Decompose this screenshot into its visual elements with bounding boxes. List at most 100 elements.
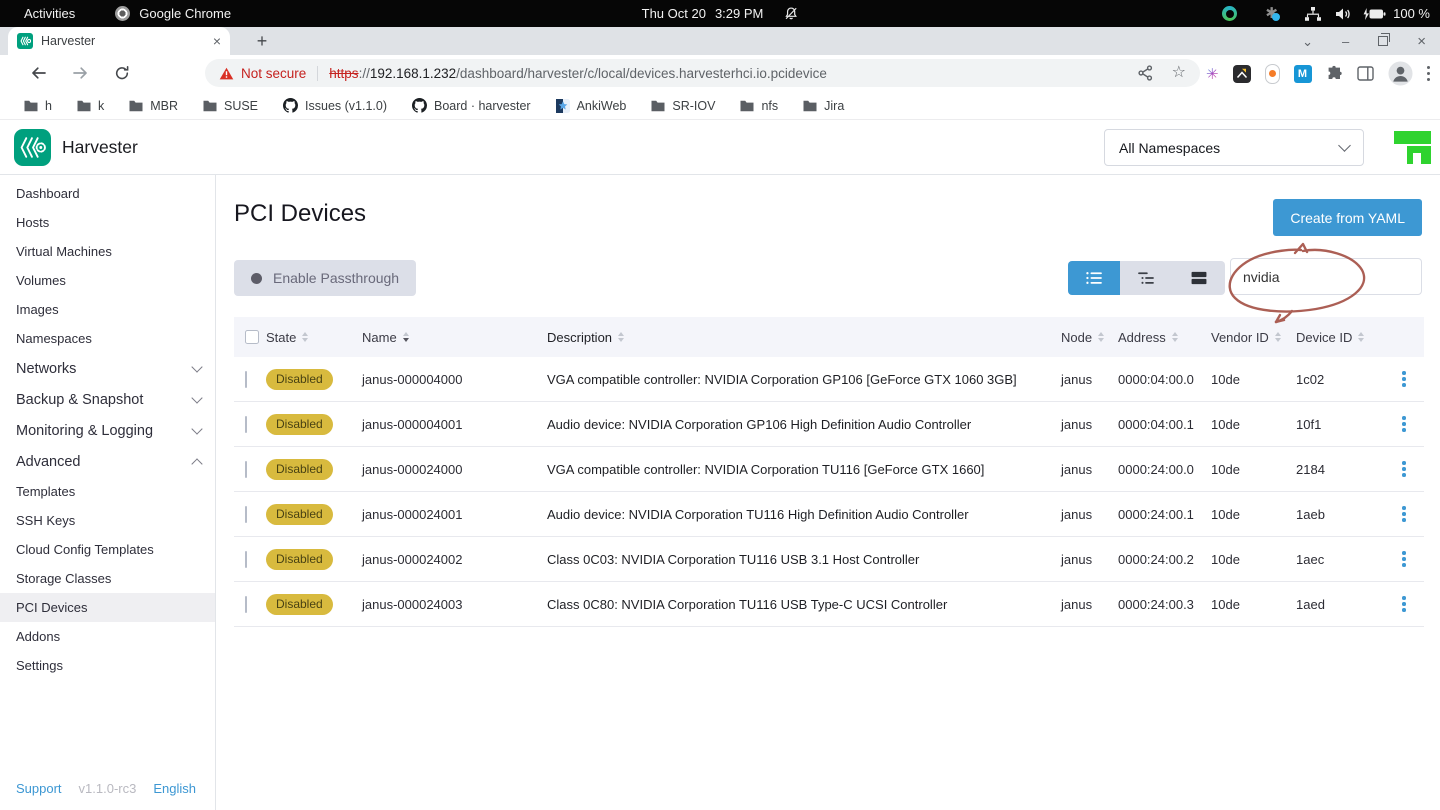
state-cell: Disabled [259,369,362,390]
new-tab-button[interactable]: + [250,29,274,53]
sidebar-item-advanced[interactable]: Advanced [0,446,215,477]
name-cell[interactable]: janus-000004000 [362,372,547,387]
harvester-logo[interactable] [14,129,51,166]
screenshot-extension-icon[interactable] [1233,65,1251,83]
bookmark-issues-v1-1-0[interactable]: Issues (v1.1.0) [283,98,387,113]
name-cell[interactable]: janus-000024003 [362,597,547,612]
sidebar-item-cloud-config-templates[interactable]: Cloud Config Templates [0,535,215,564]
url-text[interactable]: https://192.168.1.232/dashboard/harveste… [329,66,1125,81]
sidebar-item-templates[interactable]: Templates [0,477,215,506]
sort-down-caret [1358,338,1364,342]
sort-carets-icon [1358,332,1364,342]
column-header-vendor-id[interactable]: Vendor ID [1204,330,1289,345]
name-cell[interactable]: janus-000024000 [362,462,547,477]
name-cell[interactable]: janus-000024002 [362,552,547,567]
sidebar-item-networks[interactable]: Networks [0,353,215,384]
sort-up-caret [1358,332,1364,336]
row-select-cell [234,507,259,522]
system-tray[interactable]: ✱ 100 % [1222,0,1430,27]
github-icon [412,98,427,113]
row-actions-kebab-icon[interactable] [1384,596,1424,612]
column-header-state[interactable]: State [259,330,362,345]
bookmark-k[interactable]: k [77,99,104,113]
row-checkbox[interactable] [245,596,247,613]
row-checkbox[interactable] [245,371,247,388]
sidebar-item-settings[interactable]: Settings [0,651,215,680]
search-input[interactable] [1230,258,1422,295]
column-header-device-id[interactable]: Device ID [1289,330,1384,345]
rancher-icon[interactable] [1394,129,1431,166]
tab-search-chevron-icon[interactable]: ⌄ [1302,35,1313,48]
side-panel-icon[interactable] [1357,66,1374,81]
m-extension-icon[interactable]: M [1294,65,1312,83]
sidebar-item-ssh-keys[interactable]: SSH Keys [0,506,215,535]
name-cell[interactable]: janus-000004001 [362,417,547,432]
sidebar-item-backup-snapshot[interactable]: Backup & Snapshot [0,384,215,415]
row-actions-kebab-icon[interactable] [1384,461,1424,477]
reload-button[interactable] [114,65,130,81]
sidebar-item-pci-devices[interactable]: PCI Devices [0,593,215,622]
window-restore-button[interactable] [1378,36,1388,46]
namespace-selector[interactable]: All Namespaces [1104,129,1364,166]
row-actions-kebab-icon[interactable] [1384,416,1424,432]
bookmark-ankiweb[interactable]: AnkiWeb [556,99,627,113]
bookmark-nfs[interactable]: nfs [740,99,778,113]
sidebar-item-images[interactable]: Images [0,295,215,324]
back-button[interactable] [30,65,47,81]
sidebar-item-namespaces[interactable]: Namespaces [0,324,215,353]
row-actions-kebab-icon[interactable] [1384,506,1424,522]
row-actions-kebab-icon[interactable] [1384,551,1424,567]
name-cell[interactable]: janus-000024001 [362,507,547,522]
sidebar-item-addons[interactable]: Addons [0,622,215,651]
clock[interactable]: Thu Oct 20 3:29 PM [642,6,764,21]
bookmark-star-icon[interactable]: ☆ [1172,65,1186,81]
profile-avatar[interactable] [1388,61,1413,86]
column-header-node[interactable]: Node [1061,330,1118,345]
bookmark-board-harvester[interactable]: Board · harvester [412,98,531,113]
address-bar[interactable]: Not secure https://192.168.1.232/dashboa… [205,59,1200,87]
browser-tab-harvester[interactable]: Harvester × [8,27,230,55]
activities-button[interactable]: Activities [24,6,75,21]
folder-icon [203,100,217,112]
chrome-menu-icon[interactable] [1427,66,1431,82]
column-header-description[interactable]: Description [547,330,1061,345]
tab-close-icon[interactable]: × [213,34,221,48]
create-from-yaml-button[interactable]: Create from YAML [1273,199,1422,236]
extensions-puzzle-icon[interactable] [1326,65,1343,82]
sidebar-item-monitoring-logging[interactable]: Monitoring & Logging [0,415,215,446]
bookmark-sr-iov[interactable]: SR-IOV [651,99,715,113]
sidebar-item-dashboard[interactable]: Dashboard [0,179,215,208]
bookmark-mbr[interactable]: MBR [129,99,178,113]
proxy-extension-icon[interactable] [1265,64,1280,84]
sidebar-item-label: Advanced [16,454,81,470]
focused-app-indicator[interactable]: Google Chrome [115,6,231,21]
language-link[interactable]: English [153,781,196,796]
sidebar-item-storage-classes[interactable]: Storage Classes [0,564,215,593]
sidebar-item-virtual-machines[interactable]: Virtual Machines [0,237,215,266]
bookmark-h[interactable]: h [24,99,52,113]
column-header-address[interactable]: Address [1118,330,1204,345]
asterisk-extension-icon[interactable]: ✳ [1206,65,1219,83]
row-actions-kebab-icon[interactable] [1384,371,1424,387]
support-link[interactable]: Support [16,781,62,796]
row-checkbox[interactable] [245,461,247,478]
status-badge: Disabled [266,549,333,570]
bookmark-suse[interactable]: SUSE [203,99,258,113]
sidebar-item-volumes[interactable]: Volumes [0,266,215,295]
list-view-toggle[interactable] [1068,261,1120,295]
window-minimize-button[interactable]: – [1342,35,1349,48]
window-close-button[interactable]: × [1417,35,1426,48]
sidebar-item-hosts[interactable]: Hosts [0,208,215,237]
share-icon[interactable] [1138,65,1153,81]
row-checkbox[interactable] [245,551,247,568]
bookmark-jira[interactable]: Jira [803,99,844,113]
forward-button[interactable] [72,65,89,81]
row-checkbox[interactable] [245,416,247,433]
row-checkbox[interactable] [245,506,247,523]
sidebar: DashboardHostsVirtual MachinesVolumesIma… [0,175,216,810]
not-secure-label[interactable]: Not secure [241,66,306,81]
select-all-checkbox[interactable] [245,330,259,344]
column-header-name[interactable]: Name [362,330,547,345]
card-view-toggle[interactable] [1173,261,1225,295]
grouped-view-toggle[interactable] [1120,261,1172,295]
